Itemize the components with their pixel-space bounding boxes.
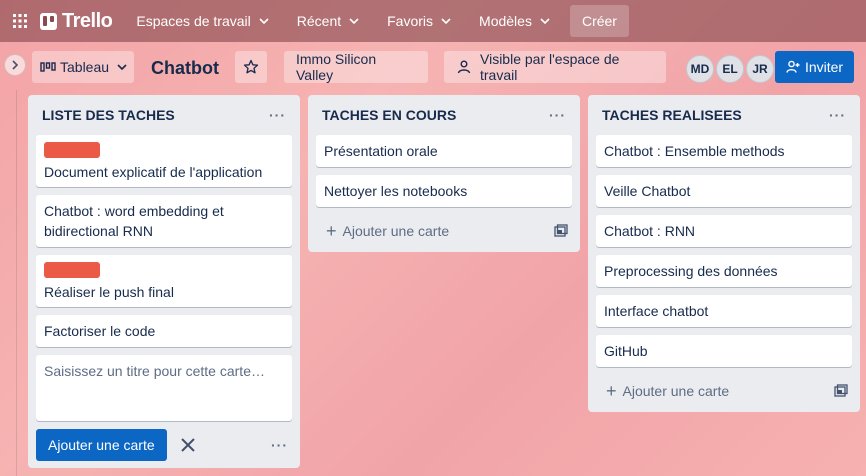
- add-user-icon: [786, 60, 800, 73]
- list-card[interactable]: GitHub: [596, 335, 852, 367]
- list-card[interactable]: Preprocessing des données: [596, 255, 852, 287]
- list-todo: LISTE DES TACHES ··· Document explicatif…: [28, 95, 300, 468]
- card-text: GitHub: [604, 343, 648, 359]
- nav-favorites[interactable]: Favoris: [377, 5, 461, 37]
- board-view-switcher[interactable]: Tableau: [32, 51, 134, 83]
- card-text: Interface chatbot: [604, 303, 709, 319]
- nav-templates[interactable]: Modèles: [469, 5, 560, 37]
- trello-logo-icon: [40, 12, 57, 30]
- list-card[interactable]: Interface chatbot: [596, 295, 852, 327]
- member-avatars: MD EL JR: [686, 55, 776, 83]
- sidebar-toggle-chevron-right-icon[interactable]: [4, 54, 26, 76]
- nav-favorites-label: Favoris: [387, 13, 434, 29]
- top-navigation-bar: Trello Espaces de travail Récent Favoris…: [0, 0, 866, 42]
- list-card[interactable]: Document explicatif de l'application: [36, 135, 292, 187]
- list-header: TACHES REALISEES ···: [588, 95, 860, 135]
- list-menu-icon[interactable]: ···: [829, 107, 846, 123]
- plus-icon: +: [326, 221, 337, 241]
- invite-label: Inviter: [804, 59, 844, 75]
- add-card-row[interactable]: + Ajouter une carte: [316, 217, 572, 245]
- card-composer-controls: Ajouter une carte ···: [36, 429, 292, 461]
- avatar-jr[interactable]: JR: [746, 55, 774, 83]
- apps-grid-icon[interactable]: [4, 5, 36, 37]
- add-card-row[interactable]: + Ajouter une carte: [596, 377, 852, 405]
- list-header: TACHES EN COURS ···: [308, 95, 580, 135]
- add-card-label: Ajouter une carte: [342, 223, 450, 239]
- composer-menu-icon[interactable]: ···: [271, 437, 288, 453]
- board-title[interactable]: Chatbot: [151, 58, 219, 79]
- sidebar-edge: [16, 90, 17, 476]
- card-text: Factoriser le code: [44, 323, 156, 339]
- list-menu-icon[interactable]: ···: [549, 107, 566, 123]
- chevron-down-icon: [117, 64, 127, 71]
- nav-workspaces[interactable]: Espaces de travail: [126, 5, 278, 37]
- card-text: Réaliser le push final: [44, 284, 174, 300]
- add-card-left: + Ajouter une carte: [326, 222, 449, 240]
- list-card[interactable]: Chatbot : RNN: [596, 215, 852, 247]
- avatar-md[interactable]: MD: [686, 55, 714, 83]
- list-card[interactable]: Réaliser le push final: [36, 255, 292, 307]
- create-button[interactable]: Créer: [569, 5, 629, 37]
- chevron-down-icon: [349, 18, 359, 25]
- list-menu-icon[interactable]: ···: [269, 107, 286, 123]
- card-text: Preprocessing des données: [604, 263, 778, 279]
- nav-workspaces-label: Espaces de travail: [136, 13, 251, 29]
- create-from-template-icon[interactable]: [834, 384, 848, 398]
- plus-icon: +: [606, 381, 617, 401]
- card-label-red[interactable]: [44, 142, 100, 158]
- list-card[interactable]: Veille Chatbot: [596, 175, 852, 207]
- workspace-button[interactable]: Immo Silicon Valley: [284, 51, 428, 83]
- card-text: Veille Chatbot: [604, 183, 691, 199]
- board-view-icon: [40, 62, 56, 72]
- list-title[interactable]: TACHES REALISEES: [602, 107, 742, 123]
- nav-recent[interactable]: Récent: [287, 5, 369, 37]
- visibility-button[interactable]: Visible par l'espace de travail: [444, 51, 666, 83]
- add-card-left: + Ajouter une carte: [606, 382, 729, 400]
- card-text: Document explicatif de l'application: [44, 164, 263, 180]
- close-icon[interactable]: [179, 436, 197, 454]
- nav-recent-label: Récent: [296, 13, 342, 29]
- card-label-red[interactable]: [44, 262, 100, 278]
- card-text: Chatbot : word embedding et bidirectiona…: [44, 203, 224, 239]
- star-icon: [243, 59, 259, 74]
- people-icon: [457, 60, 471, 74]
- list-card[interactable]: Chatbot : Ensemble methods: [596, 135, 852, 167]
- logo-text: Trello: [62, 9, 113, 32]
- list-card[interactable]: Chatbot : word embedding et bidirectiona…: [36, 195, 292, 247]
- list-in-progress: TACHES EN COURS ··· Présentation orale N…: [308, 95, 580, 252]
- list-title[interactable]: TACHES EN COURS: [322, 107, 456, 123]
- add-card-label: Ajouter une carte: [622, 383, 730, 399]
- card-text: Chatbot : Ensemble methods: [604, 143, 785, 159]
- chevron-down-icon: [259, 18, 269, 25]
- list-title[interactable]: LISTE DES TACHES: [42, 107, 175, 123]
- visibility-label: Visible par l'espace de travail: [480, 51, 620, 83]
- add-card-button[interactable]: Ajouter une carte: [36, 429, 167, 461]
- list-card[interactable]: Présentation orale: [316, 135, 572, 167]
- new-card-title-input[interactable]: Saisissez un titre pour cette carte…: [36, 355, 292, 421]
- list-card[interactable]: Factoriser le code: [36, 315, 292, 347]
- avatar-el[interactable]: EL: [716, 55, 744, 83]
- star-board-button[interactable]: [235, 51, 267, 83]
- trello-logo[interactable]: Trello: [40, 9, 113, 33]
- card-text: Présentation orale: [324, 143, 438, 159]
- board-view-label: Tableau: [60, 59, 110, 75]
- new-card-placeholder: Saisissez un titre pour cette carte…: [44, 363, 265, 379]
- list-card[interactable]: Nettoyer les notebooks: [316, 175, 572, 207]
- card-text: Chatbot : RNN: [604, 223, 696, 239]
- create-from-template-icon[interactable]: [554, 224, 568, 238]
- list-done: TACHES REALISEES ··· Chatbot : Ensemble …: [588, 95, 860, 412]
- chevron-down-icon: [540, 18, 550, 25]
- invite-button[interactable]: Inviter: [775, 51, 854, 83]
- card-text: Nettoyer les notebooks: [324, 183, 468, 199]
- nav-templates-label: Modèles: [479, 13, 532, 29]
- chevron-down-icon: [441, 18, 451, 25]
- list-header: LISTE DES TACHES ···: [28, 95, 300, 135]
